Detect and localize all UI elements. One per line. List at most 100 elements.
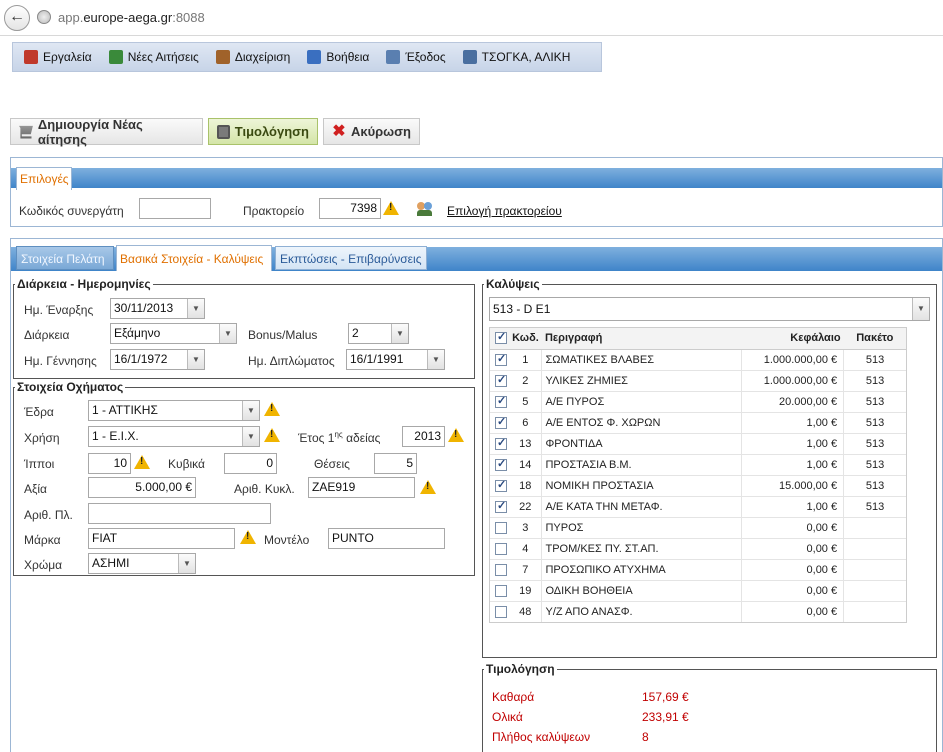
seat-select[interactable]: 1 - ΑΤΤΙΚΗΣ ▼ [88,400,260,421]
first-license-label-text2: αδείας [342,431,381,445]
chevron-down-icon[interactable]: ▼ [427,350,444,369]
vehicle-value-input[interactable]: 5.000,00 € [88,477,196,498]
model-input[interactable]: PUNTO [328,528,445,549]
package-select[interactable]: 513 - D E1 ▼ [489,297,930,321]
cc-input[interactable]: 0 [224,453,277,474]
partner-code-label: Κωδικός συνεργάτη [19,204,124,218]
menu-item-0[interactable]: Εργαλεία [24,50,92,64]
coverage-code: 2 [512,370,542,392]
use-value: 1 - Ε.Ι.Χ. [92,429,139,443]
coverage-capital: 1,00 € [740,496,844,518]
chevron-down-icon[interactable]: ▼ [187,350,204,369]
table-row[interactable]: 19 ΟΔΙΚΗ ΒΟΗΘΕΙΑ 0,00 € [490,580,906,602]
table-row[interactable]: 18ΝΟΜΙΚΗ ΠΡΟΣΤΑΣΙΑ15.000,00 €513 [490,475,906,497]
chevron-down-icon[interactable]: ▼ [178,554,195,573]
chevron-down-icon[interactable]: ▼ [219,324,236,343]
row-checkbox[interactable] [495,415,508,429]
row-checkbox-cell [490,412,513,434]
use-select[interactable]: 1 - Ε.Ι.Χ. ▼ [88,426,260,447]
partner-code-input[interactable] [139,198,211,219]
row-checkbox[interactable] [495,394,508,408]
first-license-input[interactable]: 2013 [402,426,445,447]
birth-date-value: 16/1/1972 [114,352,168,366]
birth-date-picker[interactable]: 16/1/1972 ▼ [110,349,205,370]
row-checkbox[interactable] [495,605,508,618]
table-row[interactable]: 1ΣΩΜΑΤΙΚΕΣ ΒΛΑΒΕΣ1.000.000,00 €513 [490,349,906,371]
row-checkbox[interactable] [495,584,508,597]
coverage-code: 13 [512,433,542,455]
menu-item-1[interactable]: Νέες Αιτήσεις [108,50,199,64]
table-row[interactable]: 14ΠΡΟΣΤΑΣΙΑ Β.Μ.1,00 €513 [490,454,906,476]
warning-icon [264,402,280,416]
coverages-body: 1ΣΩΜΑΤΙΚΕΣ ΒΛΑΒΕΣ1.000.000,00 €5132ΥΛΙΚΕ… [490,349,906,622]
back-arrow-icon[interactable]: ← [4,5,30,31]
exit-icon [386,50,401,64]
chassis-label: Αριθ. Πλ. [24,508,73,522]
row-checkbox[interactable] [495,563,508,576]
table-row[interactable]: 13ΦΡΟΝΤΙΔΑ1,00 €513 [490,433,906,455]
chevron-down-icon[interactable]: ▼ [912,298,929,320]
table-row[interactable]: 22Α/Ε ΚΑΤΑ ΤΗΝ ΜΕΤΑΦ.1,00 €513 [490,496,906,518]
make-input[interactable]: FIAT [88,528,235,549]
coverage-description: ΠΥΡΟΣ [541,517,742,539]
table-row[interactable]: 3 ΠΥΡΟΣ 0,00 € [490,517,906,539]
tab-discounts[interactable]: Εκπτώσεις - Επιβαρύνσεις [275,246,427,270]
select-all-checkbox[interactable] [495,330,508,345]
coverage-package [843,538,906,560]
table-row[interactable]: 4 ΤΡΟΜ/ΚΕΣ ΠΥ. ΣΤ.ΑΠ. 0,00 € [490,538,906,560]
tab-basic-coverages[interactable]: Βασικά Στοιχεία - Καλύψεις [116,245,272,271]
menu-item-3[interactable]: Βοήθεια [307,50,369,64]
menu-item-label: Νέες Αιτήσεις [127,50,199,64]
tab-options[interactable]: Επιλογές [16,167,72,190]
color-select[interactable]: ΑΣΗΜΙ ▼ [88,553,196,574]
table-row[interactable]: 6Α/Ε ΕΝΤΟΣ Φ. ΧΩΡΩΝ1,00 €513 [490,412,906,434]
row-checkbox[interactable] [495,373,508,387]
seat-value: 1 - ΑΤΤΙΚΗΣ [92,403,158,417]
chevron-down-icon[interactable]: ▼ [187,299,204,318]
table-row[interactable]: 48 Υ/Ζ ΑΠΟ ΑΝΑΣΦ. 0,00 € [490,601,906,622]
start-date-picker[interactable]: 30/11/2013 ▼ [110,298,205,319]
coverage-capital: 1,00 € [740,433,844,455]
row-checkbox[interactable] [495,457,508,471]
coverage-package [843,559,906,581]
chevron-down-icon[interactable]: ▼ [242,401,259,420]
plate-input[interactable]: ΖΑΕ919 [308,477,415,498]
agency-input[interactable]: 7398 [319,198,381,219]
start-date-label: Ημ. Έναρξης [24,303,94,317]
invoice-legend: Τιμολόγηση [486,662,555,676]
table-row[interactable]: 5Α/Ε ΠΥΡΟΣ20.000,00 €513 [490,391,906,413]
menu-item-5[interactable]: ΤΣΟΓΚΑ, ΑΛΙΚΗ [462,50,570,64]
select-all-header[interactable] [490,328,513,350]
seats-input[interactable]: 5 [374,453,417,474]
menu-item-4[interactable]: Έξοδος [386,50,446,64]
birth-date-label: Ημ. Γέννησης [24,354,97,368]
menu-item-label: Διαχείριση [234,50,291,64]
help-icon [307,50,322,64]
chevron-down-icon[interactable]: ▼ [391,324,408,343]
row-checkbox[interactable] [495,478,508,492]
table-row[interactable]: 2ΥΛΙΚΕΣ ΖΗΜΙΕΣ1.000.000,00 €513 [490,370,906,392]
tab-customer[interactable]: Στοιχεία Πελάτη [16,246,114,270]
create-application-button[interactable]: Δημιουργία Νέας αίτησης [10,117,203,147]
menu-item-2[interactable]: Διαχείριση [215,50,291,64]
row-checkbox[interactable] [495,352,508,366]
table-row[interactable]: 7 ΠΡΟΣΩΠΙΚΟ ΑΤΥΧΗΜΑ 0,00 € [490,559,906,581]
cancel-button[interactable]: ✖ Ακύρωση [323,118,420,145]
bonus-malus-select[interactable]: 2 ▼ [348,323,409,344]
invoice-button[interactable]: Τιμολόγηση [208,118,318,145]
row-checkbox[interactable] [495,542,508,555]
select-agency-link[interactable]: Επιλογή πρακτορείου [447,204,562,218]
row-checkbox[interactable] [495,436,508,450]
hp-input[interactable]: 10 [88,453,131,474]
tab-options-label: Επιλογές [20,172,69,186]
chevron-down-icon[interactable]: ▼ [242,427,259,446]
coverage-package: 513 [843,370,906,392]
row-checkbox[interactable] [495,499,508,513]
total-value: 233,91 € [642,710,689,724]
url-field[interactable]: app.europe-aega.gr:8088 [58,10,205,25]
menu-item-label: Βοήθεια [326,50,370,64]
chassis-input[interactable] [88,503,271,524]
duration-select[interactable]: Εξάμηνο ▼ [110,323,237,344]
license-date-picker[interactable]: 16/1/1991 ▼ [346,349,445,370]
row-checkbox[interactable] [495,521,508,534]
